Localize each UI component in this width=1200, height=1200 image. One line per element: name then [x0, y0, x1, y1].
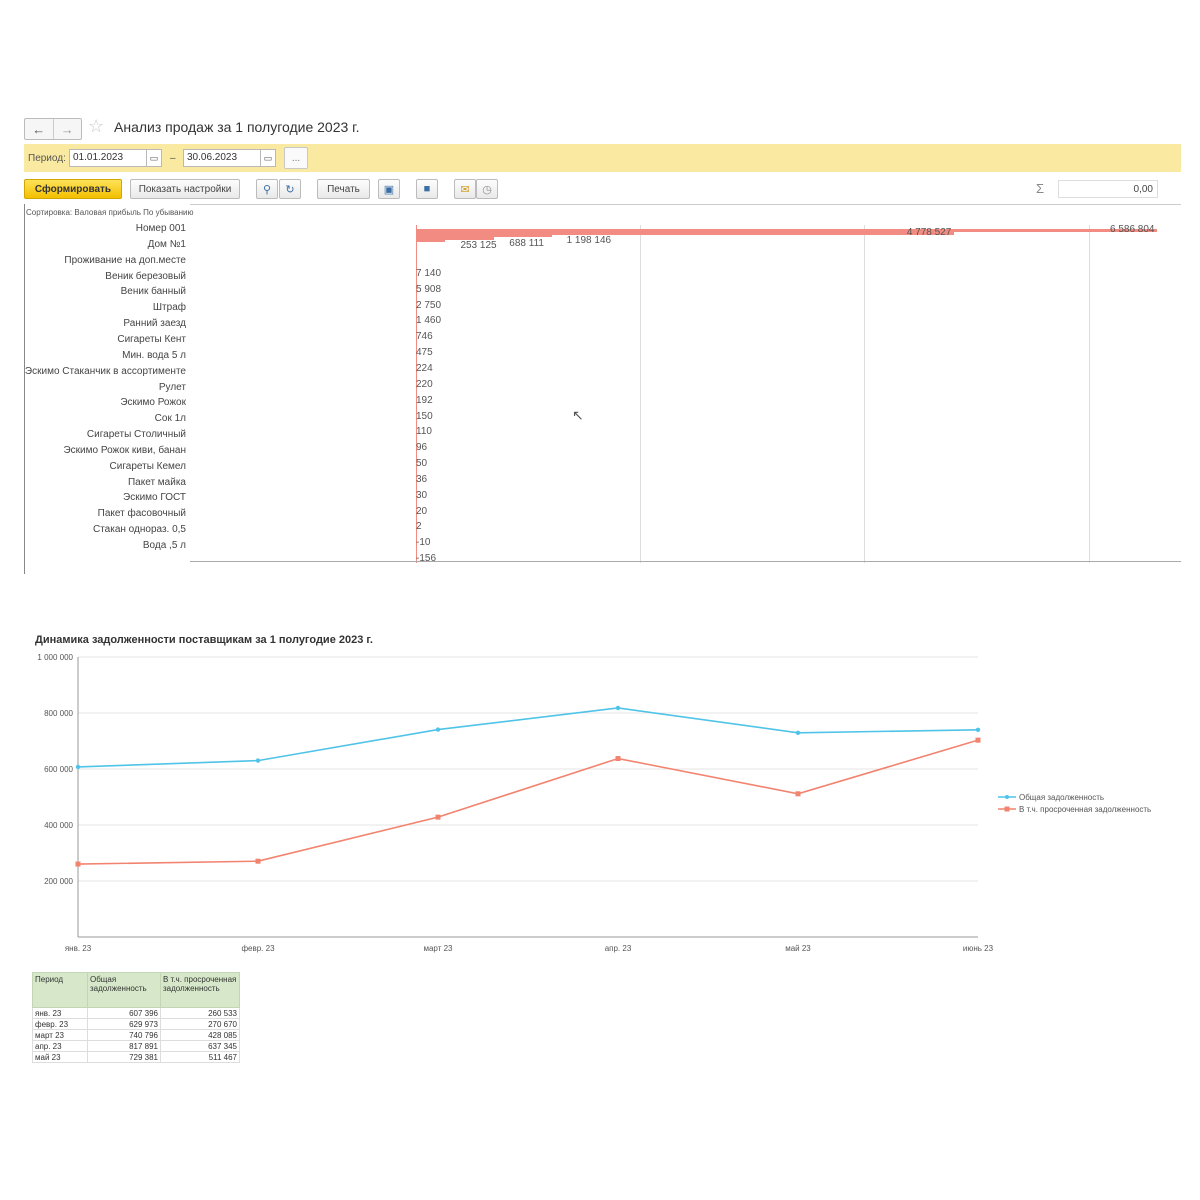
y-tick-label: 400 000: [44, 821, 73, 830]
table-cell: февр. 23: [32, 1018, 88, 1030]
data-point: [975, 737, 981, 743]
table-cell: 629 973: [87, 1018, 161, 1030]
table-cell: янв. 23: [32, 1007, 88, 1019]
legend-marker: [1004, 806, 1010, 812]
table-cell: 428 085: [160, 1029, 240, 1041]
y-tick-label: 600 000: [44, 765, 73, 774]
y-tick-label: 1 000 000: [37, 653, 73, 662]
x-tick-label: май 23: [785, 944, 811, 953]
data-point: [435, 814, 441, 820]
table-header-period: Период: [32, 972, 88, 1008]
table-cell: 607 396: [87, 1007, 161, 1019]
data-point: [615, 756, 621, 762]
y-tick-label: 800 000: [44, 709, 73, 718]
table-header-overdue: В т.ч. просроченная задолженность: [160, 972, 240, 1008]
table-cell: 260 533: [160, 1007, 240, 1019]
data-point: [615, 705, 621, 711]
table-cell: апр. 23: [32, 1040, 88, 1052]
table-row: апр. 23 817 891 637 345: [32, 1040, 240, 1052]
table-row: февр. 23 629 973 270 670: [32, 1018, 240, 1030]
legend-marker: [1005, 795, 1009, 799]
x-tick-label: июнь 23: [963, 944, 994, 953]
series-line: [77, 739, 979, 865]
legend-label: В т.ч. просроченная задолженность: [1019, 805, 1151, 814]
table-cell: май 23: [32, 1051, 88, 1063]
data-point: [255, 758, 261, 763]
x-tick-label: янв. 23: [65, 944, 92, 953]
table-cell: 637 345: [160, 1040, 240, 1052]
data-table: Период Общая задолженность В т.ч. просро…: [32, 972, 240, 1063]
data-point: [795, 730, 801, 735]
data-point: [75, 861, 81, 867]
series-line: [77, 707, 979, 768]
data-point: [975, 727, 981, 732]
legend-label: Общая задолженность: [1019, 793, 1104, 802]
table-cell: март 23: [32, 1029, 88, 1041]
table-header-total: Общая задолженность: [87, 972, 161, 1008]
data-point: [795, 791, 801, 797]
x-tick-label: март 23: [423, 944, 453, 953]
y-tick-label: 200 000: [44, 877, 73, 886]
data-point: [75, 764, 81, 770]
table-row: янв. 23 607 396 260 533: [32, 1007, 240, 1019]
table-cell: 270 670: [160, 1018, 240, 1030]
table-cell: 817 891: [87, 1040, 161, 1052]
table-cell: 511 467: [160, 1051, 240, 1063]
data-point: [255, 858, 261, 864]
table-cell: 729 381: [87, 1051, 161, 1063]
table-row: май 23 729 381 511 467: [32, 1051, 240, 1063]
table-row: март 23 740 796 428 085: [32, 1029, 240, 1041]
table-cell: 740 796: [87, 1029, 161, 1041]
data-point: [435, 727, 441, 732]
x-tick-label: апр. 23: [605, 944, 632, 953]
x-tick-label: февр. 23: [241, 944, 275, 953]
